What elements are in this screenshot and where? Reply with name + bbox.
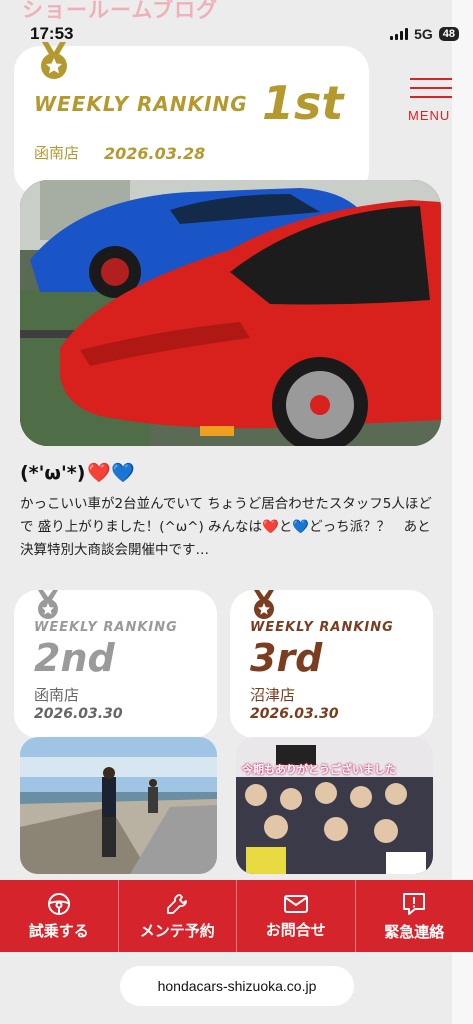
- post-excerpt: かっこいい車が2台並んでいて ちょうど居合わせたスタッフ5人ほどで 盛り上がりま…: [20, 496, 432, 558]
- status-time: 17:53: [30, 24, 74, 43]
- post-date: 2026.03.30: [34, 706, 123, 722]
- gold-medal-icon: [36, 42, 72, 82]
- silver-medal-icon: [34, 590, 62, 624]
- ranking-3rd-card[interactable]: WEEKLY RANKING 3rd 沼津店 2026.03.30: [230, 590, 433, 738]
- emergency-contact-button[interactable]: 緊急連絡: [356, 880, 473, 952]
- blog-main-photo[interactable]: [20, 180, 441, 446]
- menu-label: MENU: [408, 108, 451, 123]
- thumbnail-caption: 今期もありがとうございました: [242, 763, 396, 776]
- alert-chat-icon: [403, 892, 426, 915]
- ranking-2nd-thumbnail[interactable]: [20, 737, 217, 874]
- ranking-label: WEEKLY RANKING: [34, 92, 248, 116]
- nav-label: 試乗する: [28, 921, 89, 940]
- post-title[interactable]: (*'ω'*) ❤️💙: [20, 461, 135, 484]
- shop-name: 沼津店: [250, 686, 296, 704]
- showroom-blog-header: ショールームブログ: [22, 0, 219, 22]
- ranking-1st-card[interactable]: WEEKLY RANKING 1st 函南店 2026.03.28: [14, 42, 369, 196]
- bronze-medal-icon: [250, 590, 278, 624]
- mail-icon: [283, 894, 308, 913]
- wrench-icon: [167, 893, 188, 914]
- ranking-2nd-card[interactable]: WEEKLY RANKING 2nd 函南店 2026.03.30: [14, 590, 217, 738]
- signal-icon: [390, 28, 409, 40]
- bottom-navigation: 試乗する メンテ予約 お問合せ 緊急連絡: [0, 880, 473, 952]
- maintenance-booking-button[interactable]: メンテ予約: [119, 880, 237, 952]
- browser-url-bar[interactable]: hondacars-shizuoka.co.jp: [120, 966, 354, 1006]
- rank-number: 1st: [262, 76, 344, 130]
- ranking-label: WEEKLY RANKING: [250, 620, 394, 635]
- menu-button[interactable]: MENU: [408, 78, 454, 126]
- post-date: 2026.03.28: [104, 144, 206, 163]
- post-title-hearts: ❤️💙: [87, 462, 135, 484]
- post-title-text: (*'ω'*): [20, 462, 86, 484]
- steering-wheel-icon: [47, 892, 70, 915]
- rank-number: 3rd: [250, 636, 323, 680]
- contact-button[interactable]: お問合せ: [237, 880, 356, 952]
- shop-name: 函南店: [34, 144, 80, 162]
- post-date: 2026.03.30: [250, 706, 339, 722]
- nav-label: お問合せ: [265, 920, 326, 939]
- nav-label: メンテ予約: [139, 921, 215, 940]
- ranking-label: WEEKLY RANKING: [34, 620, 178, 635]
- shop-name: 函南店: [34, 686, 80, 704]
- test-drive-button[interactable]: 試乗する: [0, 880, 119, 952]
- status-indicators: 5G 48: [390, 26, 459, 42]
- rank-number: 2nd: [34, 636, 115, 680]
- scroll-edge: [452, 0, 473, 1024]
- battery-icon: 48: [438, 27, 459, 41]
- network-type: 5G: [414, 26, 433, 42]
- nav-label: 緊急連絡: [384, 922, 445, 941]
- ranking-3rd-thumbnail[interactable]: 今期もありがとうございました: [236, 737, 433, 874]
